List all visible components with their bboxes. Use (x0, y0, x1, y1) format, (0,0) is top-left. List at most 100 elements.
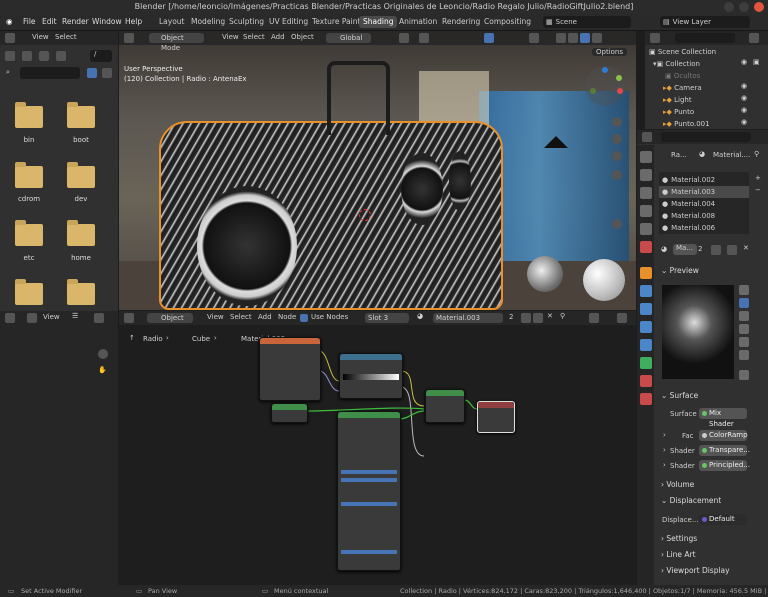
ortho-grid-icon[interactable] (612, 219, 622, 229)
parent-dir-icon[interactable] (39, 51, 49, 61)
principled-bsdf-node[interactable] (337, 411, 401, 571)
object-mode-dropdown[interactable]: Object Mode (149, 33, 204, 52)
editor-type-icon[interactable] (5, 313, 15, 323)
tab-output-icon[interactable] (640, 187, 652, 199)
visibility-icon[interactable]: ◉ (741, 118, 747, 126)
file-select-menu[interactable]: Select (55, 33, 77, 41)
section-volume[interactable]: › Volume (661, 478, 761, 492)
path-field[interactable]: / (90, 50, 112, 62)
mix-shader-node[interactable] (425, 389, 465, 423)
minimize-button[interactable] (724, 2, 734, 12)
shading-material-icon[interactable] (580, 33, 590, 43)
properties-search-input[interactable] (661, 132, 751, 142)
tab-material-icon[interactable] (640, 375, 652, 387)
section-settings[interactable]: › Settings (661, 532, 761, 546)
refresh-icon[interactable] (56, 51, 66, 61)
section-line-art[interactable]: › Line Art (661, 548, 761, 562)
tab-rendering[interactable]: Rendering (438, 16, 484, 28)
shading-rendered-icon[interactable] (592, 33, 602, 43)
section-viewport-display[interactable]: › Viewport Display (661, 564, 761, 578)
file-view-menu[interactable]: View (32, 33, 49, 41)
forward-icon[interactable] (22, 51, 32, 61)
duplicate-icon[interactable] (727, 245, 737, 255)
transform-orientation-dropdown[interactable]: Global (326, 33, 371, 43)
menu-edit[interactable]: Edit (42, 14, 57, 30)
visibility-icon[interactable]: ◉ (741, 94, 747, 102)
gizmo-neg-y[interactable] (590, 88, 596, 94)
tab-scene-icon[interactable] (640, 223, 652, 235)
options-button[interactable]: Options (592, 48, 628, 56)
material-users-count[interactable]: 2 (698, 245, 702, 253)
shader1-expand-icon[interactable]: › (663, 446, 666, 454)
preview-flat-icon[interactable] (739, 285, 749, 295)
remove-slot-button[interactable]: − (755, 186, 761, 194)
render-icon[interactable]: ▣ (753, 58, 760, 66)
tab-particles-icon[interactable] (640, 303, 652, 315)
surface-shader-field[interactable]: Mix Shader (699, 408, 747, 428)
tab-texture-paint[interactable]: Texture Paint (308, 16, 364, 28)
texture-coordinate-node[interactable] (259, 337, 321, 401)
image-mode-icon[interactable] (27, 313, 37, 323)
view-layer-selector[interactable]: ▤ View Layer (660, 16, 750, 28)
tab-texture-icon[interactable] (640, 393, 652, 405)
hamburger-menu-icon[interactable]: ☰ (72, 312, 78, 320)
editor-type-icon[interactable] (650, 33, 660, 43)
material-slot-item[interactable]: ● Material.004 (659, 198, 749, 210)
tab-shading[interactable]: Shading (359, 16, 398, 28)
editor-type-icon[interactable] (642, 132, 652, 142)
folder-icon[interactable] (67, 279, 95, 305)
material-slot-item[interactable]: ● Material.003 (659, 186, 749, 198)
folder-icon[interactable] (15, 220, 43, 246)
transparent-bsdf-node[interactable] (271, 403, 308, 423)
zoom-icon[interactable] (98, 349, 108, 359)
preview-world-icon[interactable] (739, 370, 749, 380)
folder-icon[interactable] (15, 102, 43, 128)
visibility-icon[interactable]: ◉ (741, 82, 747, 90)
xray-icon[interactable] (529, 33, 539, 43)
tab-view-layer-icon[interactable] (640, 205, 652, 217)
menu-file[interactable]: File (23, 14, 36, 30)
node-editor[interactable]: Object View Select Add Node Use Nodes Sl… (119, 311, 636, 585)
search-icon[interactable]: ⌕ (6, 68, 10, 77)
material-output-node[interactable] (477, 401, 515, 433)
material-slot-item[interactable]: ● Material.008 (659, 210, 749, 222)
tab-constraints-icon[interactable] (640, 339, 652, 351)
tab-sculpting[interactable]: Sculpting (225, 16, 268, 28)
visibility-icon[interactable]: ◉ (741, 106, 747, 114)
outliner-item[interactable]: ▸◆ Camera (663, 82, 768, 94)
material-browse-icon[interactable]: ◕ (661, 245, 667, 253)
visibility-icon[interactable]: ◉ (741, 58, 747, 66)
tab-object-icon[interactable] (640, 267, 652, 279)
scene-selector[interactable]: ▦ Scene (543, 16, 631, 28)
editor-type-icon[interactable] (5, 33, 15, 43)
editor-type-icon[interactable] (124, 33, 134, 43)
camera-view-icon[interactable] (612, 151, 622, 161)
menu-help[interactable]: Help (125, 14, 142, 30)
snap-icon[interactable] (399, 33, 409, 43)
material-slot-item[interactable]: ● Material.006 (659, 222, 749, 234)
section-displacement[interactable]: ⌄ Displacement (661, 494, 761, 508)
tab-tool-icon[interactable] (640, 151, 652, 163)
pin-icon[interactable]: ⚲ (754, 150, 759, 158)
image-editor[interactable]: View ☰ ✋ (0, 311, 118, 585)
preview-sphere-icon[interactable] (739, 298, 749, 308)
zoom-icon[interactable] (612, 117, 622, 127)
tab-physics-icon[interactable] (640, 321, 652, 333)
viewport-3d[interactable]: Object Mode View Select Add Object Globa… (119, 31, 636, 310)
section-surface[interactable]: ⌄ Surface (661, 389, 761, 403)
material-slot-item[interactable]: ● Material.002 (659, 174, 749, 186)
tab-data-icon[interactable] (640, 357, 652, 369)
viewport-object-menu[interactable]: Object (291, 33, 314, 41)
blender-logo-icon[interactable]: ◉ (6, 14, 13, 30)
pan-hand-icon[interactable]: ✋ (98, 366, 107, 374)
filter-icon[interactable] (87, 68, 97, 78)
outliner-root[interactable]: ▣ Scene Collection (649, 46, 759, 58)
menu-render[interactable]: Render (62, 14, 89, 30)
gizmo-z-axis[interactable] (602, 67, 608, 73)
proportional-edit-icon[interactable] (419, 33, 429, 43)
preview-cube-icon[interactable] (739, 311, 749, 321)
color-ramp-node[interactable] (339, 353, 403, 399)
tab-animation[interactable]: Animation (395, 16, 441, 28)
overlay-icon[interactable] (484, 33, 494, 43)
maximize-button[interactable] (739, 2, 749, 12)
